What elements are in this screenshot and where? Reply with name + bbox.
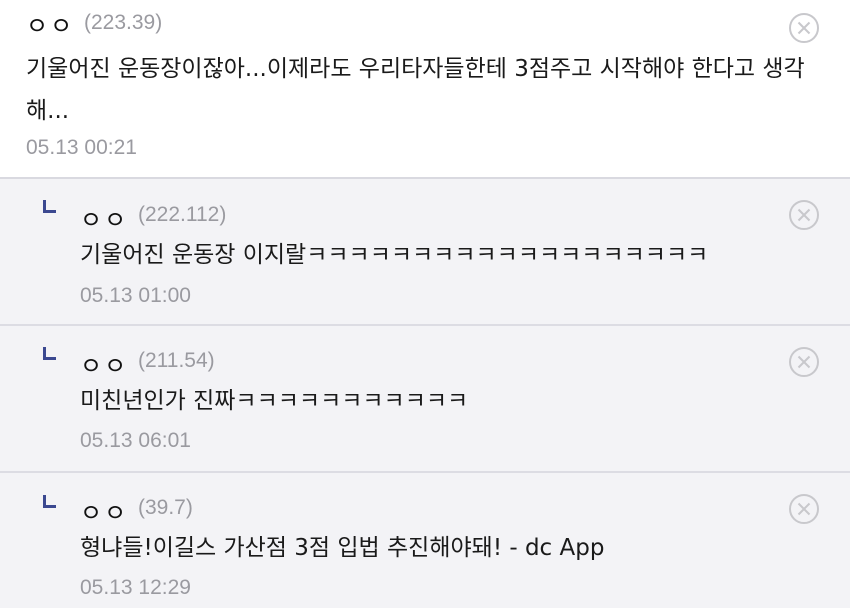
close-circle-icon bbox=[789, 494, 819, 524]
comment-author[interactable]: ㅇㅇ bbox=[80, 200, 128, 235]
comment-date: 05.13 06:01 bbox=[80, 429, 191, 452]
reply-item: ㅇㅇ (222.112) 기울어진 운동장 이지랄ㅋㅋㅋㅋㅋㅋㅋㅋㅋㅋㅋㅋㅋㅋㅋ… bbox=[0, 179, 850, 326]
close-circle-icon bbox=[789, 13, 819, 43]
close-circle-icon bbox=[789, 347, 819, 377]
comment-ip: (223.39) bbox=[84, 11, 163, 34]
comment-author[interactable]: ㅇㅇ bbox=[80, 346, 128, 381]
comment-ip: (39.7) bbox=[138, 496, 193, 519]
comment-text: 미친년인가 진짜ㅋㅋㅋㅋㅋㅋㅋㅋㅋㅋㅋ bbox=[80, 388, 469, 414]
comment-author[interactable]: ㅇㅇ bbox=[26, 6, 74, 41]
comment-text: 기울어진 운동장 이지랄ㅋㅋㅋㅋㅋㅋㅋㅋㅋㅋㅋㅋㅋㅋㅋㅋㅋㅋㅋ bbox=[80, 242, 709, 268]
comment-item: ㅇㅇ (223.39) 기울어진 운동장이잖아...이제라도 우리타자들한테 3… bbox=[0, 0, 850, 179]
comment-date: 05.13 12:29 bbox=[80, 576, 191, 599]
reply-item: ㅇㅇ (211.54) 미친년인가 진짜ㅋㅋㅋㅋㅋㅋㅋㅋㅋㅋㅋ 05.13 06… bbox=[0, 326, 850, 473]
reply-item: ㅇㅇ (39.7) 형냐들!이길스 가산점 3점 입법 추진해야돼! - dc … bbox=[0, 473, 850, 608]
delete-comment-button[interactable] bbox=[788, 493, 820, 525]
close-circle-icon bbox=[789, 200, 819, 230]
delete-comment-button[interactable] bbox=[788, 12, 820, 44]
comment-text: 형냐들!이길스 가산점 3점 입법 추진해야돼! - dc App bbox=[80, 535, 605, 561]
comment-text: 기울어진 운동장이잖아...이제라도 우리타자들한테 3점주고 시작해야 한다고… bbox=[26, 56, 805, 124]
comment-ip: (222.112) bbox=[138, 203, 227, 226]
delete-comment-button[interactable] bbox=[788, 199, 820, 231]
comment-date: 05.13 00:21 bbox=[26, 136, 137, 159]
reply-arrow-icon bbox=[43, 200, 56, 213]
reply-arrow-icon bbox=[43, 347, 56, 360]
comment-date: 05.13 01:00 bbox=[80, 284, 191, 307]
delete-comment-button[interactable] bbox=[788, 346, 820, 378]
comment-author[interactable]: ㅇㅇ bbox=[80, 493, 128, 528]
reply-arrow-icon bbox=[43, 495, 56, 508]
comment-ip: (211.54) bbox=[138, 349, 215, 372]
